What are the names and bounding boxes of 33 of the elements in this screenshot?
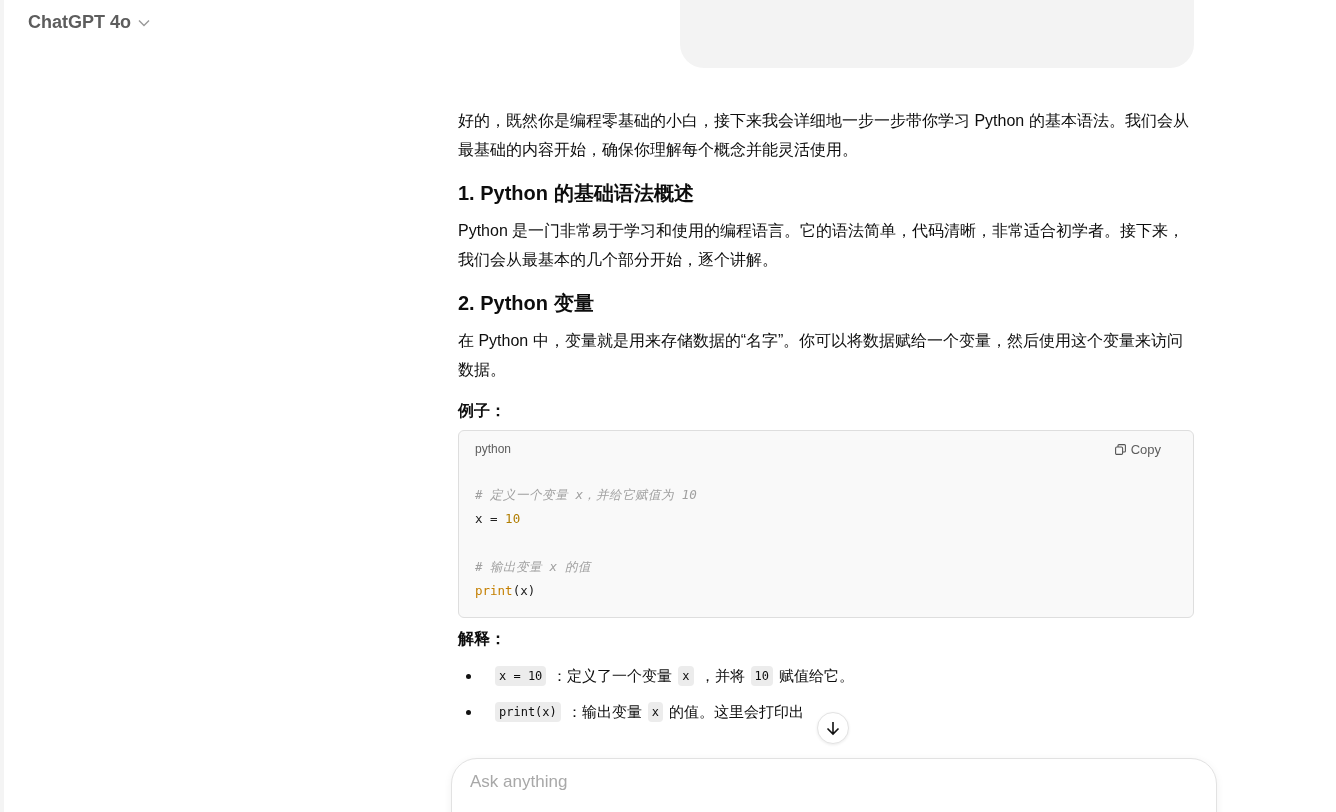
inline-code: x bbox=[647, 702, 664, 722]
list-text: ，并将 bbox=[699, 666, 745, 686]
copy-icon bbox=[1114, 443, 1126, 455]
list-text: 的值。这里会打印出 bbox=[669, 702, 805, 722]
paragraph: 在 Python 中，变量就是用来存储数据的“名字”。你可以将数据赋给一个变量，然后使用这个变量来访问数据。 bbox=[458, 331, 1185, 380]
code-text: x = bbox=[475, 511, 499, 526]
bold-label: 解释： bbox=[458, 629, 507, 649]
paragraph: Python 是一门非常易于学习和使用的编程语言。它的语法简单，代码清晰，非常适合初学者。接下来，我们会从最基本的几个部分开始，逐个讲解。 bbox=[458, 221, 1186, 270]
code-comment: # 输出变量 x 的值 bbox=[475, 559, 591, 574]
code-comment: # 定义一个变量 x，并给它赋值为 10 bbox=[475, 487, 697, 502]
inline-code: x = 10 bbox=[495, 666, 547, 686]
list-text: ：输出变量 bbox=[566, 702, 642, 722]
model-selector[interactable]: ChatGPT 4o bbox=[28, 12, 150, 33]
copy-button[interactable]: Copy bbox=[1114, 441, 1177, 457]
list-text: 赋值给它。 bbox=[779, 666, 855, 686]
inline-code: 10 bbox=[750, 666, 774, 686]
inline-code: x bbox=[678, 666, 694, 686]
arrow-down-icon bbox=[826, 720, 840, 736]
bold-label: 例子： bbox=[458, 401, 507, 421]
section-heading: 2. Python 变量 bbox=[458, 291, 595, 316]
scroll-down-button[interactable] bbox=[817, 712, 849, 744]
bullet-icon bbox=[466, 709, 471, 715]
code-number: 10 bbox=[505, 511, 521, 526]
code-function: print bbox=[475, 583, 513, 598]
message-input[interactable]: Ask anything bbox=[468, 771, 1204, 793]
section-heading: 1. Python 的基础语法概述 bbox=[458, 181, 695, 206]
chevron-down-icon bbox=[138, 18, 150, 27]
code-language: python bbox=[475, 442, 512, 456]
list-text: ：定义了一个变量 bbox=[552, 666, 673, 686]
paragraph: 好的，既然你是编程零基础的小白，接下来我会详细地一步一步带你学习 Python 的基本语法。我们会从最基础的内容开始，确保你理解每个概念并能灵活使用。 bbox=[458, 111, 1190, 160]
code-text: (x) bbox=[512, 583, 536, 598]
inline-code: print(x) bbox=[495, 702, 561, 722]
bullet-icon bbox=[466, 673, 471, 679]
